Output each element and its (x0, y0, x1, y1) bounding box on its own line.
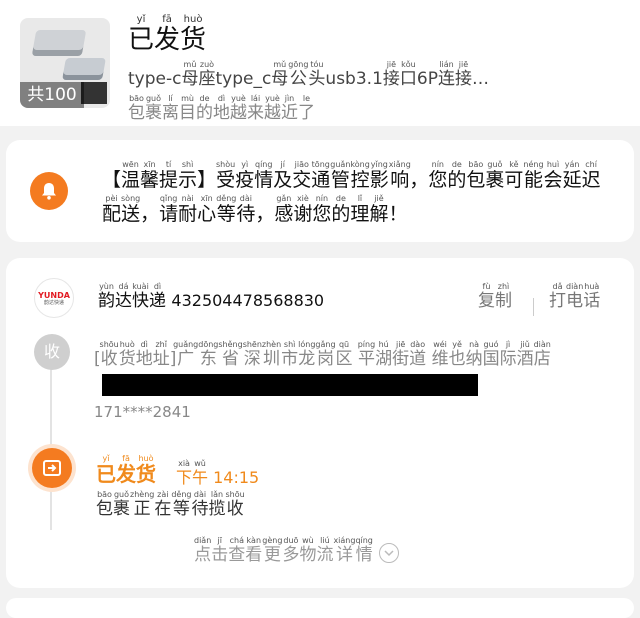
tracking-number: 432504478568830 (171, 291, 325, 310)
product-thumbnail[interactable]: 共100件 (20, 18, 110, 108)
recipient-phone: 171****2841 (94, 403, 191, 421)
product-name[interactable]: type-c母mǔ座zuòtype_c母mǔ公gōng头tóuusb3.1接ji… (128, 60, 628, 94)
receive-icon: 收 (34, 334, 70, 370)
next-card (6, 598, 634, 618)
call-button[interactable]: 打dǎ电diàn话huà (549, 282, 600, 318)
connector-image-2 (62, 58, 106, 80)
chevron-down-icon (378, 543, 399, 563)
bell-icon (30, 172, 68, 210)
item-count-badge: 共100件 (20, 82, 84, 108)
status-subtitle: 包bāo裹guǒ离lí目mù的de地dì越yuè来lái越yuè近jìn了le (128, 94, 315, 124)
carrier-info: 韵yùn达dá快kuài递dì 432504478568830 (98, 282, 324, 318)
timeline-line (50, 358, 52, 530)
copy-button[interactable]: 复fù制zhì (478, 282, 512, 318)
redaction-bar (102, 374, 478, 396)
shipment-card: YUNDA 韵达快递 韵yùn达dá快kuài递dì 4325044785688… (6, 258, 634, 588)
product-tag-image (81, 82, 107, 104)
carrier-logo: YUNDA 韵达快递 (34, 278, 74, 318)
delivery-address: [收shōu货huò地dì址zhǐ]广guǎng东dōng省shěng深shēn… (94, 340, 594, 398)
notice-text: 【温wēn馨xīn提tí示shì】受shòu疫yì情qíng及jí交jiāo通t… (102, 160, 601, 226)
carrier-logo-sub: 韵达快递 (43, 299, 64, 306)
order-status-header: 共100件 已yǐ发fā货huò type-c母mǔ座zuòtype_c母mǔ公… (0, 0, 640, 126)
connector-image (31, 30, 87, 56)
address-text: [收shōu货huò地dì址zhǐ]广guǎng东dōng省shěng深shēn… (94, 340, 551, 370)
page-title: 已yǐ发fā货huò (128, 14, 207, 56)
event-time: 下xià午wǔ 14:15 (176, 459, 260, 488)
event-title: 已yǐ发fā货huò (96, 454, 156, 487)
divider (533, 298, 534, 316)
more-details-link[interactable]: 点diǎn击jī查chá看kàn更gèng多duō物wù流liú详xiáng情q… (194, 536, 399, 570)
notice-card: 【温wēn馨xīn提tí示shì】受shòu疫yì情qíng及jí交jiāo通t… (6, 140, 634, 242)
event-description: 包bāo裹guǒ正zhèng在zài等děng待dài揽lǎn收shōu (96, 490, 245, 520)
carrier-logo-text: YUNDA (38, 290, 70, 300)
carrier-name: 韵yùn达dá快kuài递dì (98, 282, 166, 312)
more-details-label: 点diǎn击jī查chá看kàn更gèng多duō物wù流liú详xiáng情q… (194, 536, 373, 566)
shipped-icon (32, 448, 72, 488)
